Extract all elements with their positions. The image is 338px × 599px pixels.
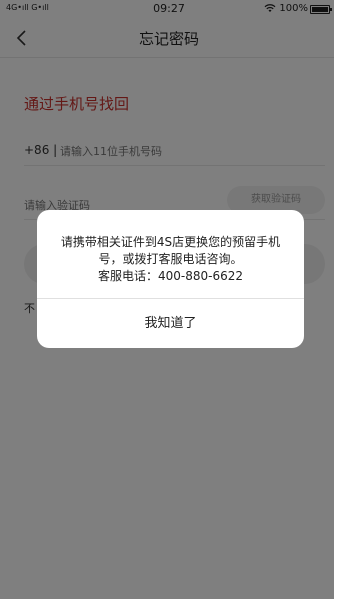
alert-dialog: 请携带相关证件到4S店更换您的预留手机号，或拨打客服电话咨询。 客服电话：400… xyxy=(37,210,304,348)
forgot-password-screen: 4G•ıll G•ıll 09:27 100% 忘记密码 通过手机号找回 +86… xyxy=(0,0,338,599)
screen-edge xyxy=(334,0,338,599)
dialog-message: 请携带相关证件到4S店更换您的预留手机号，或拨打客服电话咨询。 客服电话：400… xyxy=(51,234,290,285)
dialog-message-line1: 请携带相关证件到4S店更换您的预留手机号，或拨打客服电话咨询。 xyxy=(60,235,281,266)
dialog-message-line2: 客服电话：400-880-6622 xyxy=(97,269,243,283)
confirm-button[interactable]: 我知道了 xyxy=(37,299,304,348)
